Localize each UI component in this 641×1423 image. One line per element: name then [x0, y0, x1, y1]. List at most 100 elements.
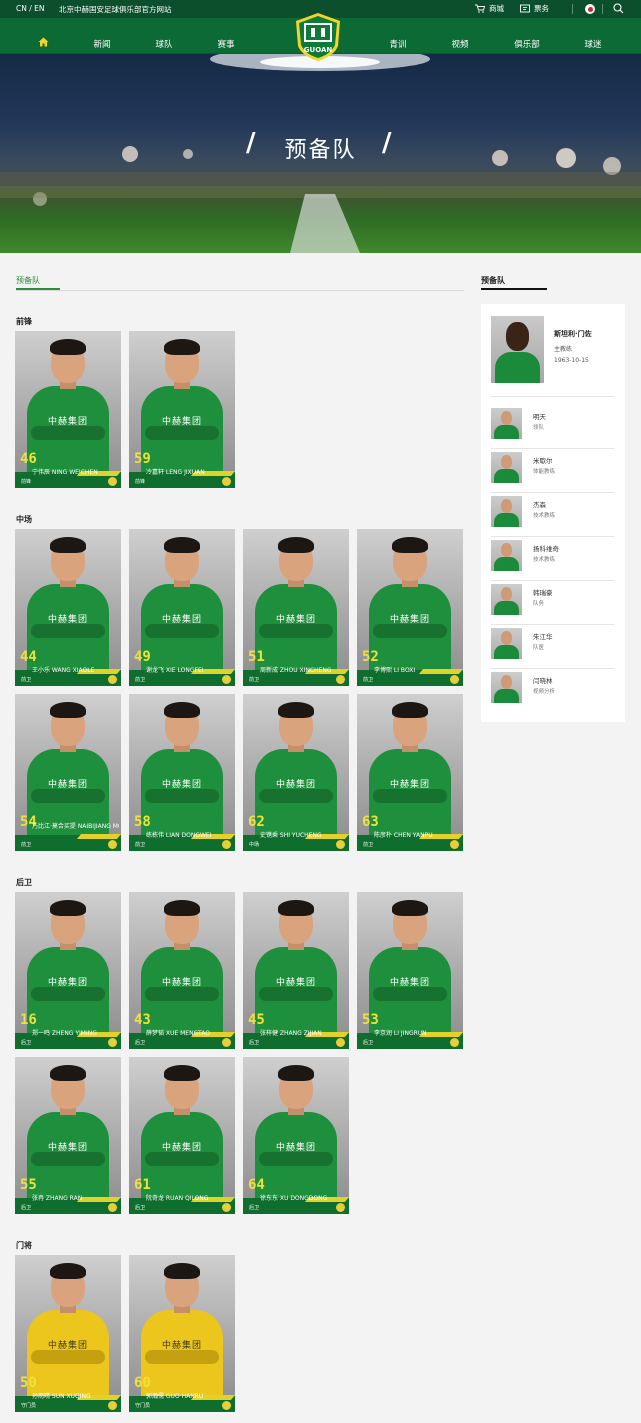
tab-bar-line [16, 290, 464, 291]
player-position: 后卫 [21, 1040, 32, 1046]
player-number: 50 [20, 1375, 37, 1391]
nav-item-youth[interactable]: 青训 [389, 38, 406, 50]
player-card[interactable]: 中赫集团 44 王小乐 WANG XIAOLE 前卫 [15, 529, 121, 686]
staff-item[interactable]: 韩瑞豪 队务 [491, 581, 614, 625]
search-icon[interactable] [613, 3, 624, 14]
player-card[interactable]: 中赫集团 61 阮奇龙 RUAN QILONG 后卫 [129, 1057, 235, 1214]
player-card[interactable]: 中赫集团 50 孙雨晴 SUN XUQING 守门员 [15, 1255, 121, 1412]
nav-item-news[interactable]: 新闻 [93, 38, 110, 50]
player-hair [278, 537, 314, 553]
player-position: 前卫 [363, 842, 374, 848]
player-arms [259, 1152, 333, 1166]
player-name: 孙雨晴 SUN XUQING [32, 1393, 91, 1400]
player-name: 冷嘉轩 LENG JIXUAN [146, 469, 205, 476]
staff-item[interactable]: 米歇尔 体能教练 [491, 449, 614, 493]
staff-item[interactable]: 明天 领队 [491, 405, 614, 449]
section-title: 后卫 [16, 878, 32, 887]
head-coach-role: 主教练 [554, 346, 573, 353]
head-coach-photo[interactable] [491, 316, 544, 383]
staff-item[interactable]: 扬科维奇 技术教练 [491, 537, 614, 581]
staff-item[interactable]: 闫晓林 视频分析 [491, 669, 614, 713]
staff-role: 视频分析 [533, 689, 556, 695]
player-name: 郭瀚儒 GUO HANRU [146, 1393, 204, 1400]
tab-reserve[interactable]: 预备队 [16, 275, 40, 286]
player-card[interactable]: 中赫集团 58 练栋伟 LIAN DONGWEI 前卫 [129, 694, 235, 851]
club-badge-icon [450, 840, 459, 849]
nav-item-matches[interactable]: 赛事 [217, 38, 234, 50]
player-name: 史镌乘 SHI YUCHENG [260, 832, 322, 839]
staff-role: 技术教练 [533, 513, 556, 519]
player-position: 后卫 [135, 1040, 146, 1046]
player-arms [145, 789, 219, 803]
player-position: 前卫 [135, 842, 146, 848]
player-arms [31, 1152, 105, 1166]
player-card[interactable]: 中赫集团 55 张冉 ZHANG RAN 后卫 [15, 1057, 121, 1214]
player-card[interactable]: 中赫集团 43 薛梦韬 XUE MENGTAO 后卫 [129, 892, 235, 1049]
player-hair [50, 1065, 86, 1081]
staff-item[interactable]: 杰森 技术教练 [491, 493, 614, 537]
club-badge-icon [108, 477, 117, 486]
player-arms [373, 987, 447, 1001]
player-position: 后卫 [21, 1205, 32, 1211]
nav-item-team[interactable]: 球队 [155, 38, 172, 50]
section-title: 前锋 [16, 317, 32, 326]
head-coach-name[interactable]: 斯坦利·门佐 [554, 329, 592, 339]
player-card[interactable]: 中赫集团54乃比江·莫合买提 NAIBIJIANG MOHEMAITI前卫 [15, 694, 121, 851]
player-name: 王小乐 WANG XIAOLE [32, 667, 95, 674]
player-card[interactable]: 中赫集团 59 冷嘉轩 LENG JIXUAN 前锋 [129, 331, 235, 488]
player-card[interactable]: 中赫集团 53 李京润 LI JINGRUN 后卫 [357, 892, 463, 1049]
club-badge-icon [222, 675, 231, 684]
cart-icon [475, 4, 485, 13]
shop-link[interactable]: 商城 [475, 3, 504, 14]
player-hair [392, 900, 428, 916]
player-card[interactable]: 中赫集团 60 郭瀚儒 GUO HANRU 守门员 [129, 1255, 235, 1412]
player-card[interactable]: 中赫集团 63 陈彦朴 CHEN YANPU 前卫 [357, 694, 463, 851]
card-stripe [76, 834, 121, 839]
player-name: 薛梦韬 XUE MENGTAO [146, 1030, 210, 1037]
player-card[interactable]: 中赫集团 62 史镌乘 SHI YUCHENG 中场 [243, 694, 349, 851]
player-arms [31, 426, 105, 440]
staff-photo [491, 672, 522, 703]
club-badge-icon [108, 1401, 117, 1410]
player-card[interactable]: 中赫集团 64 徐东东 XU DONGDONG 后卫 [243, 1057, 349, 1214]
nav-item-fans[interactable]: 球迷 [584, 38, 601, 50]
player-number: 43 [134, 1012, 151, 1028]
player-card[interactable]: 中赫集团 45 张梓健 ZHANG ZIJIAN 后卫 [243, 892, 349, 1049]
player-name: 阮奇龙 RUAN QILONG [146, 1195, 209, 1202]
player-name: 张冉 ZHANG RAN [32, 1195, 83, 1202]
player-name: 徐东东 XU DONGDONG [260, 1195, 328, 1202]
club-badge-icon [108, 1038, 117, 1047]
player-position: 守门员 [21, 1403, 37, 1409]
player-card[interactable]: 中赫集团 49 谢龙飞 XIE LONGFEI 前卫 [129, 529, 235, 686]
player-name: 宁伟辰 NING WEICHEN [32, 469, 98, 476]
staff-name: 扬科维奇 [533, 545, 559, 553]
player-position: 前卫 [135, 677, 146, 683]
staff-name: 韩瑞豪 [533, 589, 553, 597]
shop-label: 商城 [489, 4, 504, 13]
player-position: 后卫 [249, 1205, 260, 1211]
nav-item-video[interactable]: 视频 [451, 38, 468, 50]
player-card[interactable]: 中赫集团 46 宁伟辰 NING WEICHEN 前锋 [15, 331, 121, 488]
player-number: 16 [20, 1012, 37, 1028]
player-arms [145, 624, 219, 638]
banner-title: 预备队 [284, 138, 357, 163]
staff-photo [491, 408, 522, 439]
player-number: 44 [20, 649, 37, 665]
language-switch[interactable]: CN / EN [16, 4, 45, 13]
player-arms [31, 987, 105, 1001]
player-number: 46 [20, 451, 37, 467]
staff-name: 米歇尔 [533, 457, 553, 465]
club-logo[interactable]: GUOAN [294, 12, 342, 62]
player-card[interactable]: 中赫集团 51 周新成 ZHOU XINCHENG 前卫 [243, 529, 349, 686]
player-card[interactable]: 中赫集团 52 李博熙 LI BOXI 前卫 [357, 529, 463, 686]
home-icon[interactable] [38, 37, 49, 47]
player-arms [145, 1152, 219, 1166]
ticket-link[interactable]: 票务 [520, 3, 549, 14]
staff-item[interactable]: 朱江华 队医 [491, 625, 614, 669]
player-number: 52 [362, 649, 379, 665]
club-badge-icon [222, 477, 231, 486]
region-flag-icon[interactable] [585, 4, 595, 14]
player-card[interactable]: 中赫集团 16 郑一鸣 ZHENG YIMING 后卫 [15, 892, 121, 1049]
nav-item-club[interactable]: 俱乐部 [514, 38, 540, 50]
club-badge-icon [108, 840, 117, 849]
